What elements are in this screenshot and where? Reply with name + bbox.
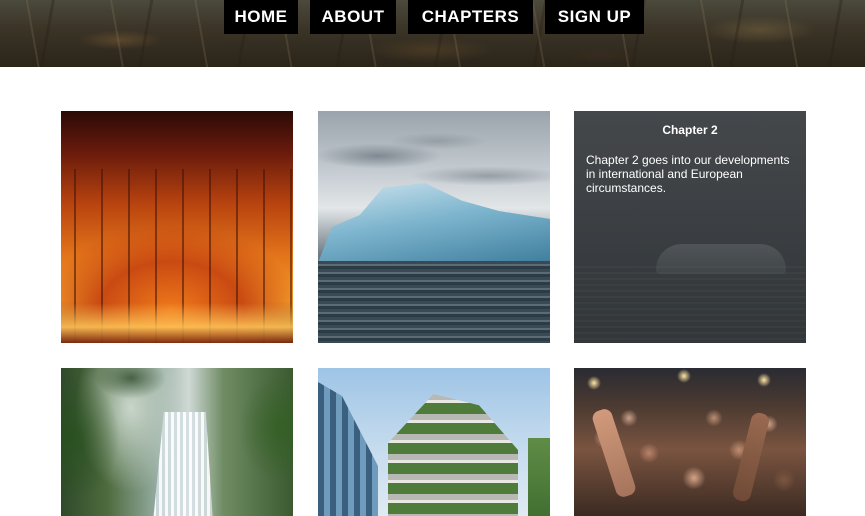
nav-about-button[interactable]: ABOUT	[310, 0, 396, 34]
nav-sign-up-button[interactable]: SIGN UP	[545, 0, 644, 34]
header-banner: HOME ABOUT CHAPTERS SIGN UP	[0, 0, 865, 67]
nav-chapters-button[interactable]: CHAPTERS	[408, 0, 533, 34]
crowd-image	[574, 368, 806, 516]
glass-tower	[318, 382, 378, 516]
tile-chapter-2[interactable]: Chapter 2 Chapter 2 goes into our develo…	[574, 111, 806, 343]
green-building	[388, 394, 518, 516]
wildfire-image	[61, 111, 293, 343]
tile-wildfire[interactable]	[61, 111, 293, 343]
vertical-forest-image	[318, 368, 550, 516]
waterfall-image	[61, 368, 293, 516]
tile-waterfall[interactable]	[61, 368, 293, 516]
jungle-leaves	[61, 368, 293, 516]
tile-vertical-forest[interactable]	[318, 368, 550, 516]
fire-glow	[61, 303, 293, 343]
tile-crowd[interactable]	[574, 368, 806, 516]
chapter-description: Chapter 2 goes into our developments in …	[586, 153, 790, 195]
chapter-overlay: Chapter 2 Chapter 2 goes into our develo…	[574, 111, 806, 343]
iceberg-image	[318, 111, 550, 343]
tile-iceberg[interactable]	[318, 111, 550, 343]
nav-home-button[interactable]: HOME	[224, 0, 298, 34]
side-greenery	[528, 438, 550, 516]
sea-water	[318, 261, 550, 343]
main-nav: HOME ABOUT CHAPTERS SIGN UP	[224, 0, 644, 34]
chapter-title: Chapter 2	[662, 123, 718, 137]
